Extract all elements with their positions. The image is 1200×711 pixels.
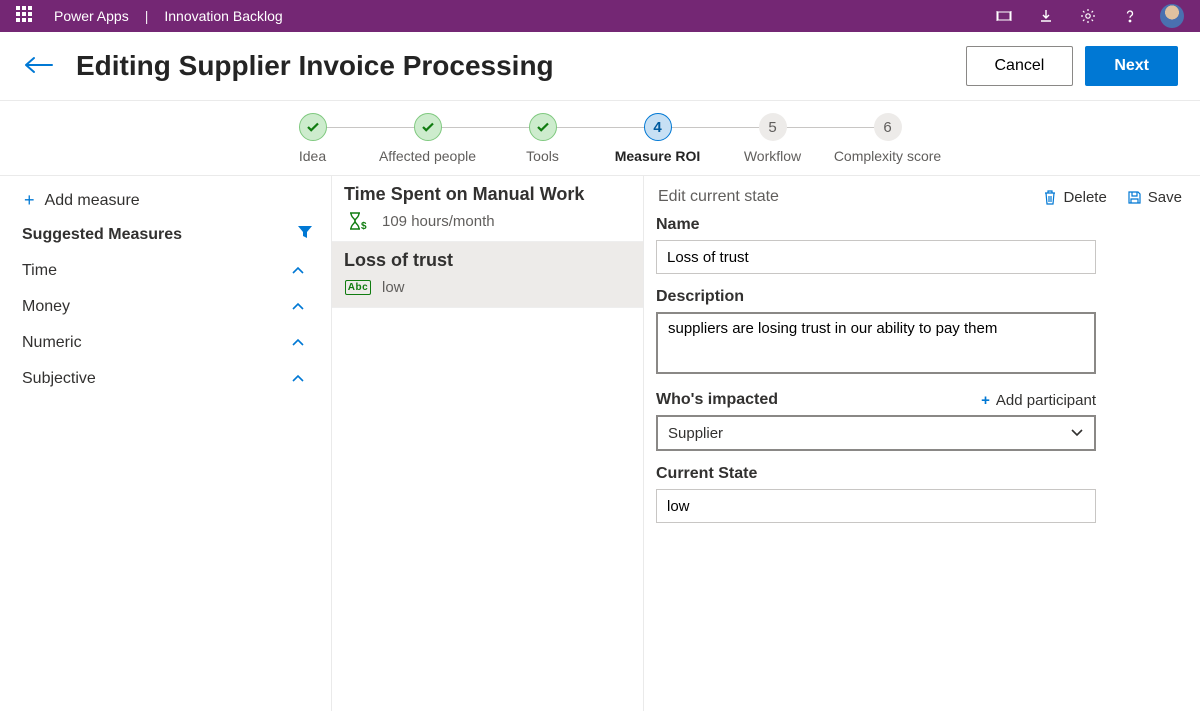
add-measure-button[interactable]: + Add measure xyxy=(0,184,331,219)
settings-icon[interactable] xyxy=(1072,0,1104,32)
help-icon[interactable] xyxy=(1114,0,1146,32)
category-label: Numeric xyxy=(22,334,82,352)
name-input[interactable] xyxy=(656,240,1096,274)
step-idea[interactable]: Idea xyxy=(255,113,370,165)
measures-sidebar: + Add measure Suggested Measures Time Mo… xyxy=(0,176,332,711)
measure-value: low xyxy=(382,279,405,296)
save-button[interactable]: Save xyxy=(1127,189,1182,206)
step-label: Affected people xyxy=(370,147,485,165)
measure-value: 109 hours/month xyxy=(382,213,495,230)
step-measure-roi[interactable]: 4 Measure ROI xyxy=(600,113,715,165)
delete-button[interactable]: Delete xyxy=(1043,189,1106,206)
avatar[interactable] xyxy=(1160,4,1184,28)
app-name: Power Apps xyxy=(54,8,129,24)
step-label: Workflow xyxy=(715,147,830,165)
trash-icon xyxy=(1043,189,1057,205)
save-icon xyxy=(1127,190,1142,205)
chevron-up-icon xyxy=(291,370,305,388)
step-complexity-score[interactable]: 6 Complexity score xyxy=(830,113,945,165)
category-label: Money xyxy=(22,298,70,316)
step-label: Idea xyxy=(255,147,370,165)
hourglass-dollar-icon: $ xyxy=(346,211,370,231)
stepper: Idea Affected people Tools 4 Measure ROI… xyxy=(0,101,1200,176)
category-label: Time xyxy=(22,262,57,280)
step-affected-people[interactable]: Affected people xyxy=(370,113,485,165)
plus-icon: + xyxy=(24,190,35,211)
measure-title: Time Spent on Manual Work xyxy=(344,184,633,205)
current-state-input[interactable] xyxy=(656,489,1096,523)
description-input[interactable] xyxy=(656,312,1096,374)
step-workflow[interactable]: 5 Workflow xyxy=(715,113,830,165)
next-button[interactable]: Next xyxy=(1085,46,1178,86)
edit-panel: Edit current state Delete Save Name Desc… xyxy=(644,176,1200,711)
impacted-value: Supplier xyxy=(668,425,723,442)
edit-caption: Edit current state xyxy=(658,188,1023,206)
main-body: + Add measure Suggested Measures Time Mo… xyxy=(0,176,1200,711)
cancel-button[interactable]: Cancel xyxy=(966,46,1074,86)
app-section: Innovation Backlog xyxy=(164,8,282,24)
add-participant-button[interactable]: + Add participant xyxy=(981,392,1096,409)
description-label: Description xyxy=(656,288,1182,306)
measure-card-loss-of-trust[interactable]: Loss of trust Abc low xyxy=(332,242,643,308)
divider: | xyxy=(145,8,149,24)
back-button[interactable] xyxy=(22,55,58,78)
plus-icon: + xyxy=(981,392,990,409)
category-numeric[interactable]: Numeric xyxy=(0,324,331,360)
svg-text:$: $ xyxy=(361,221,367,231)
category-subjective[interactable]: Subjective xyxy=(0,360,331,396)
impacted-label: Who's impacted xyxy=(656,391,778,409)
step-label: Tools xyxy=(485,147,600,165)
chevron-down-icon xyxy=(1070,425,1084,442)
add-measure-label: Add measure xyxy=(45,192,140,210)
category-time[interactable]: Time xyxy=(0,252,331,288)
text-type-icon: Abc xyxy=(346,277,370,297)
name-label: Name xyxy=(656,216,1182,234)
page-title: Editing Supplier Invoice Processing xyxy=(76,50,954,82)
step-label: Complexity score xyxy=(830,147,945,165)
page-header: Editing Supplier Invoice Processing Canc… xyxy=(0,32,1200,101)
chevron-up-icon xyxy=(291,298,305,316)
filter-icon[interactable] xyxy=(297,225,313,244)
impacted-select[interactable]: Supplier xyxy=(656,415,1096,451)
suggested-heading: Suggested Measures xyxy=(22,226,182,244)
measure-list: Time Spent on Manual Work $ 109 hours/mo… xyxy=(332,176,644,711)
measure-card-time-spent[interactable]: Time Spent on Manual Work $ 109 hours/mo… xyxy=(332,176,643,242)
step-label: Measure ROI xyxy=(600,147,715,165)
current-state-label: Current State xyxy=(656,465,1182,483)
fit-icon[interactable] xyxy=(988,0,1020,32)
category-money[interactable]: Money xyxy=(0,288,331,324)
app-launcher-icon[interactable] xyxy=(16,6,36,26)
topbar: Power Apps | Innovation Backlog xyxy=(0,0,1200,32)
measure-title: Loss of trust xyxy=(344,250,633,271)
category-label: Subjective xyxy=(22,370,96,388)
chevron-up-icon xyxy=(291,262,305,280)
download-icon[interactable] xyxy=(1030,0,1062,32)
step-tools[interactable]: Tools xyxy=(485,113,600,165)
chevron-up-icon xyxy=(291,334,305,352)
